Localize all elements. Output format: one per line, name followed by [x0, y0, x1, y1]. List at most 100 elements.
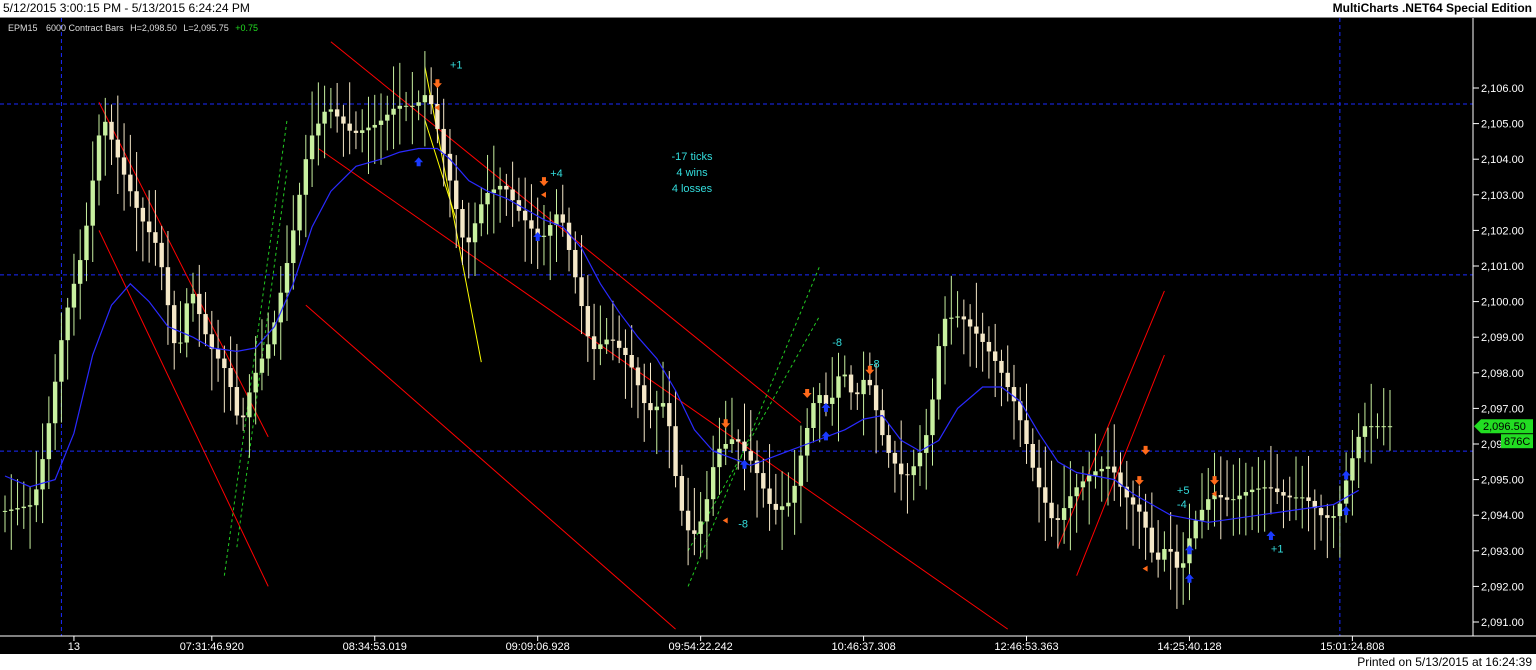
price-bar-body: [428, 95, 434, 105]
price-bar-body: [366, 127, 371, 131]
time-tick-label: 13: [68, 641, 80, 653]
price-chart[interactable]: EPM15 6000 Contract Bars H=2,098.50 L=2,…: [0, 18, 1536, 654]
trade-annotation: -8: [738, 519, 748, 531]
price-bar-body: [1174, 551, 1180, 568]
price-bar-body: [372, 124, 377, 128]
price-bar-body: [103, 121, 108, 136]
price-bar-body: [635, 367, 641, 386]
price-bar-body: [1387, 426, 1393, 428]
time-tick-label: 08:34:53.019: [343, 641, 407, 653]
price-bar-body: [892, 452, 898, 464]
price-bar-body: [159, 242, 164, 268]
price-tick-label: 2,099.00: [1481, 332, 1524, 344]
price-bar-body: [1036, 467, 1042, 488]
price-bar-body: [660, 403, 666, 407]
price-bar-body: [84, 225, 89, 261]
price-bar-body: [115, 139, 120, 158]
price-bar-body: [385, 114, 390, 121]
price-bar-body: [34, 489, 39, 506]
price-bar-body: [955, 316, 960, 318]
price-bar-body: [497, 185, 503, 190]
price-bar-body: [1275, 488, 1280, 493]
price-bar-body: [1055, 518, 1061, 520]
price-bar-body: [1080, 481, 1086, 488]
price-tick-label: 2,097.00: [1481, 403, 1524, 415]
price-bar-body: [328, 109, 334, 112]
price-bar-body: [867, 379, 873, 386]
price-bar-body: [1049, 502, 1054, 519]
price-bar-body: [1300, 497, 1305, 499]
summary-wins: 4 wins: [676, 167, 708, 179]
price-bar-body: [334, 109, 340, 117]
price-bar-body: [861, 379, 866, 395]
chart-header: EPM15 6000 Contract Bars H=2,098.50 L=2,…: [8, 23, 258, 33]
price-bar-body: [623, 347, 628, 355]
low-label: L=2,095.75: [183, 23, 228, 33]
price-bar-body: [942, 318, 948, 347]
chart-background: [0, 18, 1536, 654]
high-label: H=2,098.50: [130, 23, 177, 33]
time-tick-label: 14:25:40.128: [1157, 641, 1221, 653]
price-bar-body: [855, 392, 860, 395]
price-bar-body: [736, 439, 741, 442]
price-bar-body: [378, 120, 384, 125]
price-bar-body: [604, 339, 609, 345]
footer-bar: Printed on 5/13/2015 at 16:24:39: [0, 654, 1536, 670]
price-bar-body: [961, 316, 967, 320]
price-bar-body: [2, 510, 8, 512]
price-bar-body: [303, 159, 309, 195]
price-bar-body: [698, 521, 703, 534]
price-bar-body: [898, 463, 904, 475]
price-bar-body: [71, 283, 77, 308]
price-bar-body: [936, 346, 941, 400]
trade-annotation: -4: [1177, 499, 1187, 511]
price-bar-body: [905, 474, 910, 476]
price-bar-body: [779, 506, 785, 510]
price-bar-body: [842, 374, 847, 377]
price-bar-body: [729, 439, 735, 444]
price-bar-body: [679, 476, 685, 511]
price-bar-body: [924, 435, 929, 453]
trade-annotation: -8: [870, 358, 880, 370]
price-bar-body: [291, 230, 296, 264]
time-tick-label: 09:54:22.242: [669, 641, 733, 653]
price-bar-body: [1043, 487, 1048, 503]
volume-tag: 876C: [1501, 434, 1533, 449]
price-bar-body: [259, 358, 265, 373]
price-bar-body: [811, 403, 816, 428]
price-bar-body: [1061, 508, 1067, 520]
price-bar-body: [817, 395, 822, 404]
price-bar-body: [215, 349, 221, 359]
price-bar-body: [1369, 426, 1374, 428]
price-bar-body: [172, 305, 177, 344]
price-bar-body: [1237, 495, 1242, 500]
price-bar-body: [1099, 468, 1104, 472]
price-bar-body: [46, 423, 52, 460]
price-bar-body: [1231, 499, 1236, 501]
price-bar-body: [479, 204, 484, 224]
price-bar-body: [999, 360, 1004, 373]
price-bar-body: [109, 121, 114, 140]
price-bar-body: [203, 314, 208, 335]
change-label: +0.75: [235, 23, 258, 33]
summary-losses: 4 losses: [672, 183, 713, 195]
last-price-tag: 2,096.50: [1474, 419, 1533, 434]
price-bar-body: [1343, 480, 1349, 504]
price-bar-body: [685, 510, 691, 531]
price-bar-body: [1325, 515, 1330, 518]
price-bar-body: [134, 191, 139, 208]
price-bar-body: [1093, 471, 1098, 476]
price-bar-body: [1199, 509, 1205, 521]
price-tick-label: 2,094.00: [1481, 510, 1524, 522]
price-bar-body: [1024, 420, 1029, 444]
price-bar-body: [360, 130, 365, 133]
price-bar-body: [90, 180, 95, 226]
price-bar-body: [466, 237, 471, 243]
price-tick-label: 2,102.00: [1481, 225, 1524, 237]
price-bar-body: [930, 399, 935, 436]
price-tick-label: 2,093.00: [1481, 546, 1524, 558]
price-bar-body: [1112, 466, 1117, 473]
price-bar-body: [836, 376, 841, 398]
price-bar-body: [761, 473, 766, 489]
time-tick-label: 09:09:06.928: [506, 641, 570, 653]
